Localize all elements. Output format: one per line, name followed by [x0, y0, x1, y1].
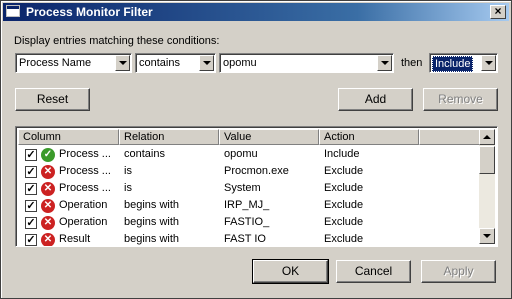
checkbox[interactable]: ✓ — [25, 183, 37, 195]
action-select-value: Include — [432, 56, 474, 72]
add-button-label: Add — [364, 92, 387, 106]
reset-button-label: Reset — [36, 92, 69, 106]
row-column: Operation — [59, 216, 108, 228]
cancel-button[interactable]: Cancel — [336, 260, 411, 283]
row-relation: is — [124, 165, 132, 177]
chevron-down-icon[interactable] — [115, 55, 130, 71]
action-select[interactable]: Include — [429, 53, 498, 73]
column-select-value: Process Name — [19, 57, 92, 69]
remove-button-label: Remove — [438, 92, 483, 106]
column-header-blank — [419, 129, 480, 145]
row-value: FASTIO_ — [224, 216, 270, 228]
row-value: IRP_MJ_ — [224, 199, 270, 211]
table-row[interactable]: ✓ ✕ Process ... is Procmon.exe Exclude — [18, 163, 480, 180]
row-relation: begins with — [124, 233, 180, 245]
row-relation: begins with — [124, 199, 180, 211]
column-header-column[interactable]: Column — [18, 129, 119, 145]
reset-button[interactable]: Reset — [15, 88, 90, 111]
row-value: System — [224, 182, 261, 194]
exclude-x-icon: ✕ — [41, 182, 55, 196]
column-select[interactable]: Process Name — [15, 53, 132, 73]
window-title: Process Monitor Filter — [26, 5, 153, 19]
table-row[interactable]: ✓ ✕ Operation begins with FASTIO_ Exclud… — [18, 214, 480, 231]
row-action: Exclude — [324, 182, 364, 194]
exclude-x-icon: ✕ — [41, 165, 55, 179]
chevron-down-icon[interactable] — [199, 55, 214, 71]
table-row[interactable]: ✓ ✕ Operation begins with IRP_MJ_ Exclud… — [18, 197, 480, 214]
apply-button[interactable]: Apply — [421, 260, 496, 283]
window-icon — [6, 5, 20, 17]
remove-button[interactable]: Remove — [423, 88, 498, 111]
exclude-x-icon: ✕ — [41, 199, 55, 213]
row-relation: contains — [124, 148, 165, 160]
then-label: then — [401, 57, 423, 69]
chevron-down-icon[interactable] — [377, 55, 392, 71]
scroll-down-icon[interactable] — [479, 228, 495, 244]
row-column: Operation — [59, 199, 108, 211]
vertical-scrollbar[interactable] — [479, 129, 495, 244]
filter-dialog: Process Monitor Filter × Display entries… — [0, 0, 512, 299]
filter-prompt: Display entries matching these condition… — [14, 35, 220, 47]
table-row[interactable]: ✓ ✓ Process ... contains opomu Include — [18, 146, 480, 163]
row-action: Include — [324, 148, 360, 160]
row-action: Exclude — [324, 199, 364, 211]
apply-button-label: Apply — [443, 264, 474, 278]
include-check-icon: ✓ — [41, 148, 55, 162]
close-button[interactable]: × — [490, 5, 506, 19]
row-relation: is — [124, 182, 132, 194]
row-action: Exclude — [324, 233, 364, 245]
checkbox[interactable]: ✓ — [25, 217, 37, 229]
ok-button[interactable]: OK — [252, 259, 329, 284]
relation-select-value: contains — [139, 57, 180, 69]
exclude-x-icon: ✕ — [41, 216, 55, 230]
chevron-down-icon[interactable] — [481, 55, 496, 71]
row-action: Exclude — [324, 216, 364, 228]
checkbox[interactable]: ✓ — [25, 200, 37, 212]
checkbox[interactable]: ✓ — [25, 166, 37, 178]
row-action: Exclude — [324, 165, 364, 177]
row-relation: begins with — [124, 216, 180, 228]
filter-list[interactable]: Column Relation Value Action ✓ ✓ Process… — [15, 126, 498, 247]
column-header-action[interactable]: Action — [319, 129, 419, 145]
row-value: Procmon.exe — [224, 165, 289, 177]
scroll-up-icon[interactable] — [479, 129, 495, 145]
row-column: Process ... — [59, 165, 111, 177]
ok-button-label: OK — [281, 264, 300, 278]
scroll-thumb[interactable] — [479, 146, 495, 174]
value-input-text: opomu — [223, 57, 257, 69]
cancel-button-label: Cancel — [354, 264, 393, 278]
table-row[interactable]: ✓ ✕ Process ... is System Exclude — [18, 180, 480, 197]
title-bar[interactable]: Process Monitor Filter × — [3, 3, 509, 21]
column-header-relation[interactable]: Relation — [119, 129, 219, 145]
relation-select[interactable]: contains — [135, 53, 216, 73]
checkbox[interactable]: ✓ — [25, 234, 37, 246]
checkbox[interactable]: ✓ — [25, 149, 37, 161]
table-row[interactable]: ✓ ✕ Result begins with FAST IO Exclude — [18, 231, 480, 246]
row-column: Process ... — [59, 148, 111, 160]
row-column: Result — [59, 233, 91, 245]
row-value: opomu — [224, 148, 258, 160]
column-header-value[interactable]: Value — [219, 129, 319, 145]
value-input[interactable]: opomu — [219, 53, 394, 73]
exclude-x-icon: ✕ — [41, 233, 55, 246]
row-value: FAST IO — [224, 233, 266, 245]
row-column: Process ... — [59, 182, 111, 194]
list-header: Column Relation Value Action — [18, 129, 480, 145]
add-button[interactable]: Add — [338, 88, 413, 111]
